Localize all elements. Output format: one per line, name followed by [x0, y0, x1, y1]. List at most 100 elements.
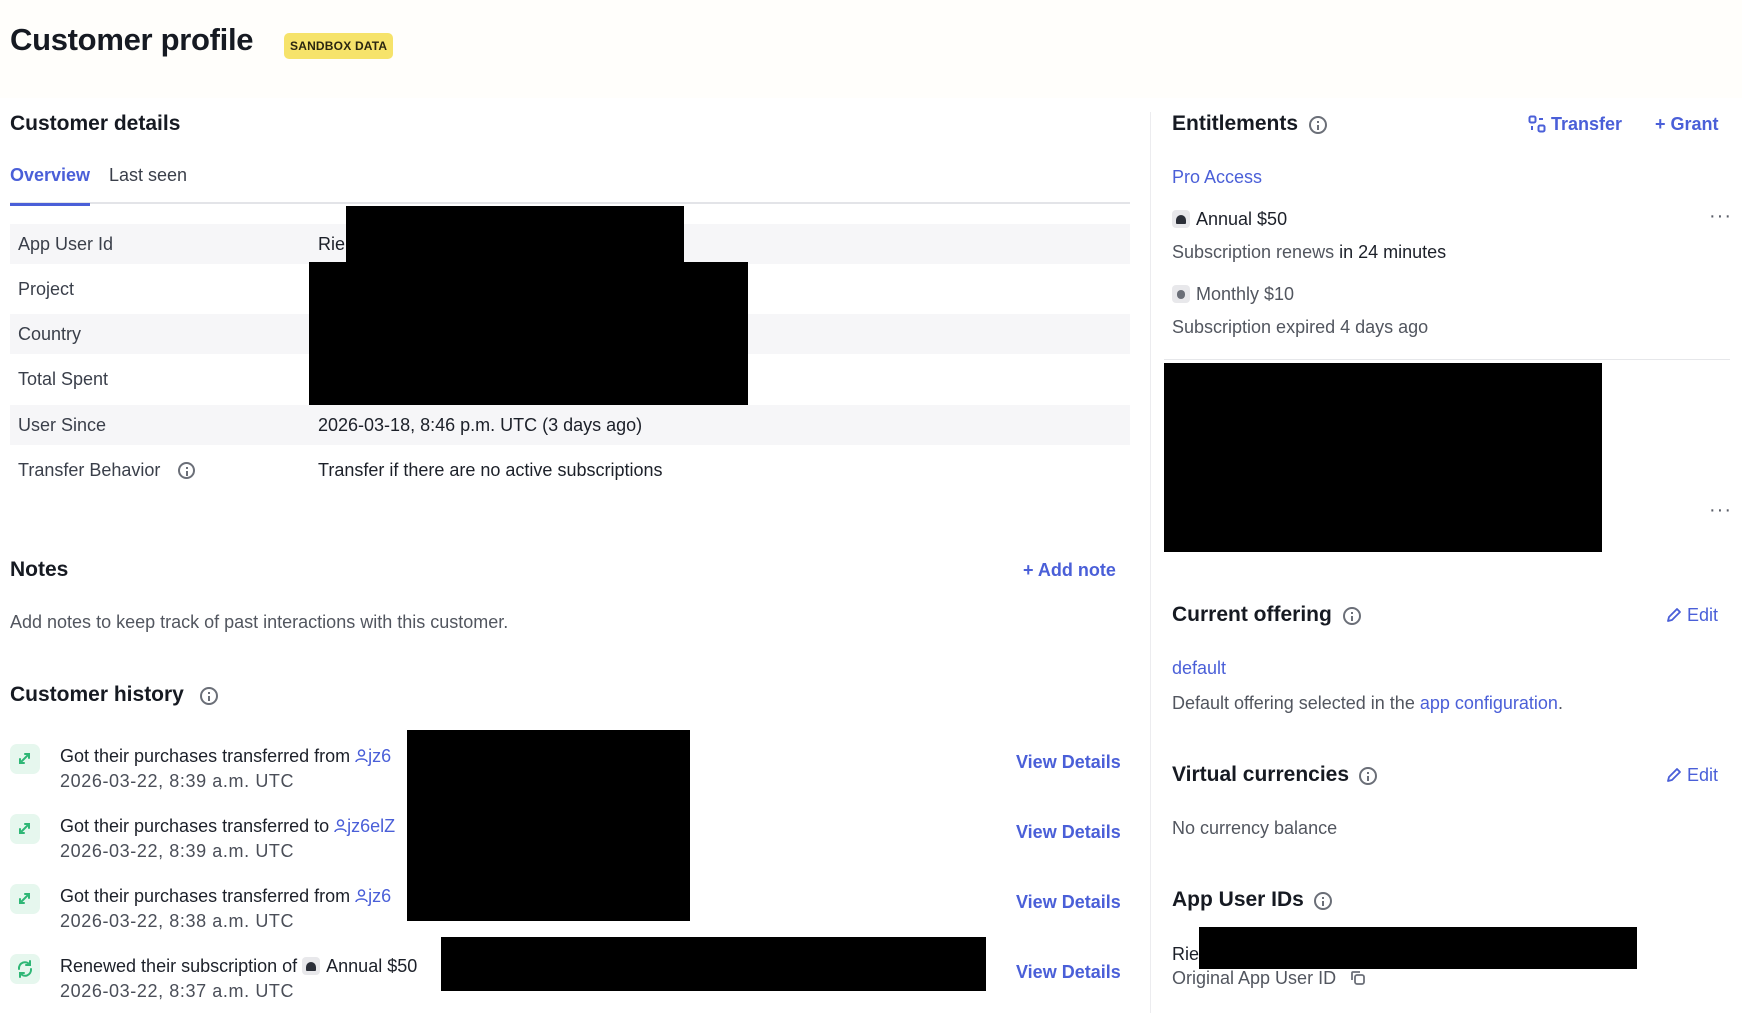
caption-text: Original App User ID [1172, 968, 1337, 988]
app-user-id-value[interactable]: Rie [318, 234, 345, 255]
detail-label: Project [18, 279, 75, 299]
info-icon[interactable] [1359, 767, 1377, 785]
subscription-product: Monthly $10 [1172, 284, 1294, 305]
sandbox-badge: SANDBOX DATA [284, 33, 394, 59]
entitlements-title: Entitlements [1172, 112, 1299, 135]
transfer-icon [10, 744, 40, 774]
detail-label: User Since [18, 415, 107, 435]
android-icon [1172, 210, 1190, 228]
edit-label[interactable]: Edit [1687, 605, 1718, 625]
more-options-icon[interactable]: ··· [1709, 205, 1732, 228]
detail-label: App User Id [18, 234, 114, 254]
transfer-icon [10, 884, 40, 914]
redaction-block [1164, 363, 1602, 552]
current-offering-title: Current offering [1172, 603, 1332, 626]
user-link[interactable]: jz6elZ [334, 816, 395, 836]
product-name: Annual $50 [326, 956, 418, 976]
detail-label: Transfer Behavior [18, 460, 161, 480]
app-user-ids-title: App User IDs [1172, 888, 1304, 911]
info-icon[interactable] [178, 462, 195, 479]
pencil-icon [1667, 768, 1681, 782]
desc-text: Default offering selected in the [1172, 693, 1415, 713]
redaction-block [309, 262, 748, 405]
redaction-block [441, 937, 986, 991]
info-icon[interactable] [1343, 607, 1361, 625]
edit-currencies-button[interactable]: Edit [1666, 765, 1718, 786]
more-options-icon[interactable]: ··· [1709, 499, 1732, 522]
product-name: Monthly $10 [1196, 284, 1295, 304]
page-header [0, 0, 1742, 98]
column-divider [1150, 112, 1151, 1013]
customer-details-title: Customer details [10, 112, 181, 135]
desc-suffix: . [1557, 693, 1563, 713]
pencil-icon [1667, 608, 1681, 622]
transfer-icon [10, 814, 40, 844]
notes-title: Notes [10, 558, 69, 581]
detail-row-transfer-behavior: Transfer Behavior Transfer if there are … [10, 450, 1130, 490]
entitlement-name-link[interactable]: Pro Access [1172, 167, 1262, 188]
product-name: Annual $50 [1196, 209, 1288, 229]
edit-label[interactable]: Edit [1687, 765, 1718, 785]
subscription-status: Subscription expired 4 days ago [1172, 317, 1429, 337]
history-item-text: Renewed their subscription of Annual $50 [60, 956, 417, 977]
history-date: 2026-03-22, 8:39 a.m. UTC [60, 841, 295, 861]
android-icon [302, 957, 321, 975]
view-details-button[interactable]: View Details [1016, 822, 1121, 843]
user-link[interactable]: jz6 [355, 746, 391, 766]
user-icon [355, 749, 368, 763]
history-event-label: Got their purchases transferred from [60, 746, 351, 766]
history-date: 2026-03-22, 8:39 a.m. UTC [60, 771, 295, 791]
user-icon [355, 889, 368, 903]
history-item-text: Got their purchases transferred from jz6 [60, 746, 391, 767]
detail-label: Country [18, 324, 82, 344]
view-details-button[interactable]: View Details [1016, 752, 1121, 773]
page-title: Customer profile [10, 22, 254, 57]
app-user-id-caption: Original App User ID [1172, 968, 1367, 989]
user-since-value: 2026-03-18, 8:46 p.m. UTC (3 days ago) [318, 415, 643, 435]
redaction-block [407, 730, 690, 921]
detail-label: Total Spent [18, 369, 109, 389]
user-link[interactable]: jz6 [355, 886, 391, 906]
history-item-text: Got their purchases transferred from jz6 [60, 886, 391, 907]
virtual-currencies-title: Virtual currencies [1172, 763, 1350, 786]
transfer-label[interactable]: Transfer [1551, 114, 1622, 134]
renew-icon [10, 954, 40, 984]
transfer-icon [1528, 115, 1546, 133]
edit-offering-button[interactable]: Edit [1666, 605, 1718, 626]
offering-description: Default offering selected in the app con… [1172, 693, 1563, 714]
user-id-text[interactable]: jz6 [368, 746, 391, 766]
history-date: 2026-03-22, 8:38 a.m. UTC [60, 911, 295, 931]
history-event-label: Renewed their subscription of [60, 956, 298, 976]
redaction-block [1199, 927, 1637, 969]
user-id-text[interactable]: jz6 [368, 886, 391, 906]
app-configuration-link[interactable]: app configuration [1420, 693, 1558, 713]
customer-history-title: Customer history [10, 683, 184, 706]
tab-last-seen[interactable]: Last seen [109, 165, 187, 205]
detail-row-user-since: User Since 2026-03-18, 8:46 p.m. UTC (3 … [10, 405, 1130, 445]
currency-empty-text: No currency balance [1172, 818, 1338, 838]
subscription-status: Subscription renews in 24 minutes [1172, 242, 1446, 263]
view-details-button[interactable]: View Details [1016, 892, 1121, 913]
notes-empty-text: Add notes to keep track of past interact… [10, 612, 509, 632]
redaction-block [346, 206, 684, 264]
offering-link[interactable]: default [1172, 658, 1226, 679]
history-date: 2026-03-22, 8:37 a.m. UTC [60, 981, 295, 1001]
status-prefix: Subscription renews [1172, 242, 1335, 262]
info-icon[interactable] [1314, 892, 1332, 910]
app-user-id-value[interactable]: Rie [1172, 944, 1199, 965]
info-icon[interactable] [1309, 116, 1327, 134]
history-event-label: Got their purchases transferred from [60, 886, 351, 906]
info-icon[interactable] [200, 687, 218, 705]
tab-overview[interactable]: Overview [10, 165, 91, 206]
user-icon [334, 819, 347, 833]
section-divider [1164, 359, 1730, 360]
apple-icon [1172, 285, 1190, 303]
grant-button[interactable]: + Grant [1655, 114, 1719, 135]
history-item-text: Got their purchases transferred to jz6el… [60, 816, 395, 837]
add-note-button[interactable]: + Add note [1023, 560, 1116, 581]
details-tabs: Overview Last seen [10, 164, 1130, 206]
user-id-text[interactable]: jz6elZ [347, 816, 395, 836]
transfer-button[interactable]: Transfer [1528, 114, 1622, 135]
transfer-behavior-value: Transfer if there are no active subscrip… [318, 460, 663, 480]
view-details-button[interactable]: View Details [1016, 962, 1121, 983]
